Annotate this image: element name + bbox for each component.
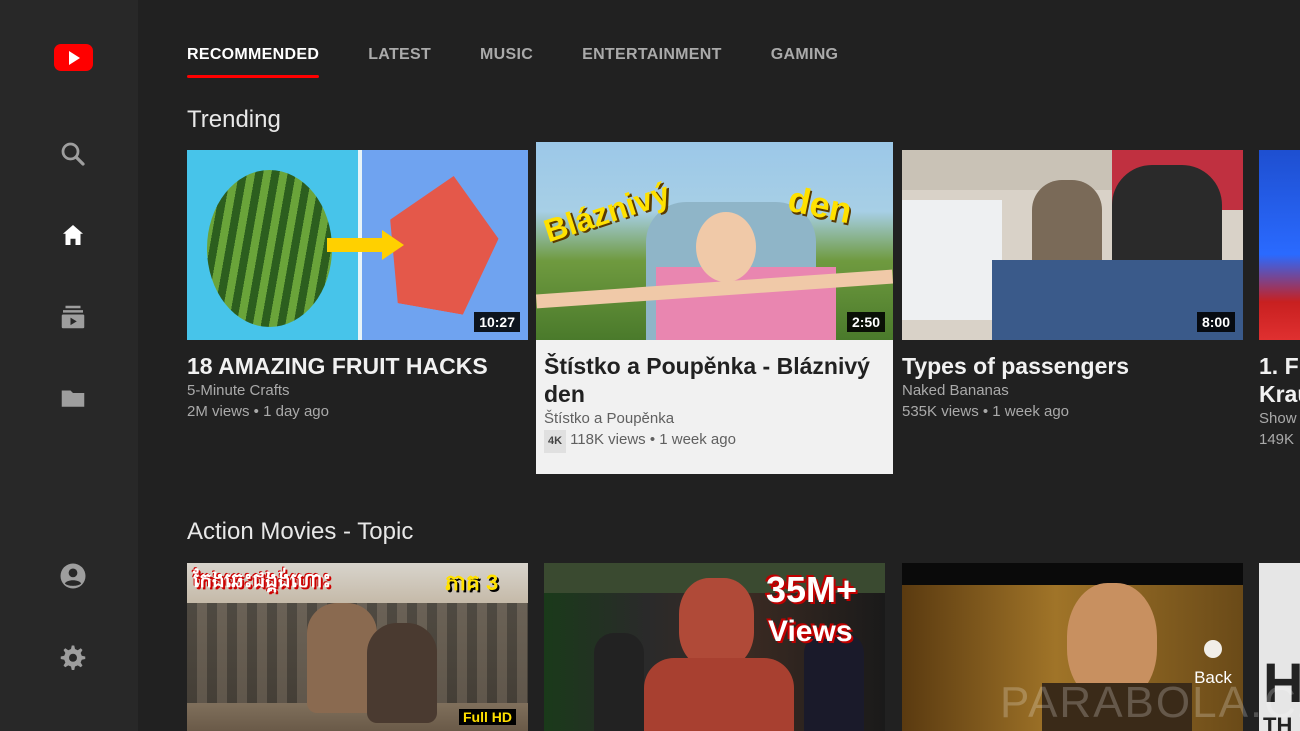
tab-music[interactable]: MUSIC [480,46,533,78]
watermark: PARABOLA.CZ [1000,678,1300,727]
video-stats: 118K views • 1 week ago [570,431,736,448]
video-card[interactable]: 10:27 18 AMAZING FRUIT HACKS 5-Minute Cr… [187,150,528,422]
category-tabs: RECOMMENDED LATEST MUSIC ENTERTAINMENT G… [187,46,887,78]
video-title: 1. F [1259,353,1299,379]
home-icon[interactable] [57,219,89,251]
video-thumbnail: 35M+ Views [544,563,885,731]
thumbnail-text: 35M+ [766,569,858,610]
account-icon[interactable] [57,560,89,592]
video-title: Types of passengers [902,353,1130,379]
search-icon[interactable] [57,138,89,170]
video-stats-row: 4K 118K views • 1 week ago [536,429,893,453]
subscriptions-icon[interactable] [57,301,89,333]
thumbnail-text: Views [768,615,853,648]
video-card[interactable]: 35M+ Views [544,563,885,731]
video-channel: 5-Minute Crafts [187,382,290,399]
video-channel: Show [1259,410,1297,427]
video-channel: Naked Bananas [902,382,1009,399]
video-stats: 535K views • 1 week ago [902,403,1070,420]
video-title: Štístko a Poupěnka - Bláznivý den [544,353,870,407]
quality-badge: 4K [544,430,567,453]
shelf-title-action-movies: Action Movies - Topic [187,518,414,545]
folder-icon[interactable] [57,382,89,414]
video-stats: 149K [1259,431,1295,448]
video-card[interactable]: 1. F Krau Show 149K [1259,150,1300,450]
video-thumbnail: កែងឆេះជង្គង់ហោះ ភាគ 3 Full HD [187,563,528,731]
video-channel: Štístko a Poupěnka [544,410,675,427]
sidebar [0,0,138,731]
back-arrow-icon [1204,640,1222,658]
tab-latest[interactable]: LATEST [368,46,431,78]
video-card-focused[interactable]: Bláznivý den 2:50 Štístko a Poupěnka - B… [536,142,893,474]
gear-icon[interactable] [57,642,89,674]
thumbnail-text: ភាគ 3 [445,570,499,595]
thumbnail-text: Full HD [459,709,516,725]
tab-recommended[interactable]: RECOMMENDED [187,46,320,78]
tab-entertainment[interactable]: ENTERTAINMENT [582,46,722,78]
video-card[interactable]: កែងឆេះជង្គង់ហោះ ភាគ 3 Full HD [187,563,528,731]
tab-gaming[interactable]: GAMING [771,46,839,78]
video-title: 18 AMAZING FRUIT HACKS [187,353,488,379]
thumbnail-text: កែងឆេះជង្គង់ហោះ [193,570,332,592]
video-thumbnail [1259,150,1300,340]
video-duration: 8:00 [1196,312,1235,332]
video-thumbnail: 10:27 [187,150,528,340]
shelf-title-trending: Trending [187,106,281,133]
video-stats: 2M views • 1 day ago [187,403,329,420]
video-card[interactable]: 8:00 Types of passengers Naked Bananas 5… [902,150,1243,422]
video-title-line2: Krau [1259,381,1300,407]
video-thumbnail: 8:00 [902,150,1243,340]
video-duration: 2:50 [846,312,885,332]
video-thumbnail: Bláznivý den 2:50 [536,142,893,340]
video-duration: 10:27 [474,312,520,332]
youtube-logo-icon[interactable] [54,44,93,71]
